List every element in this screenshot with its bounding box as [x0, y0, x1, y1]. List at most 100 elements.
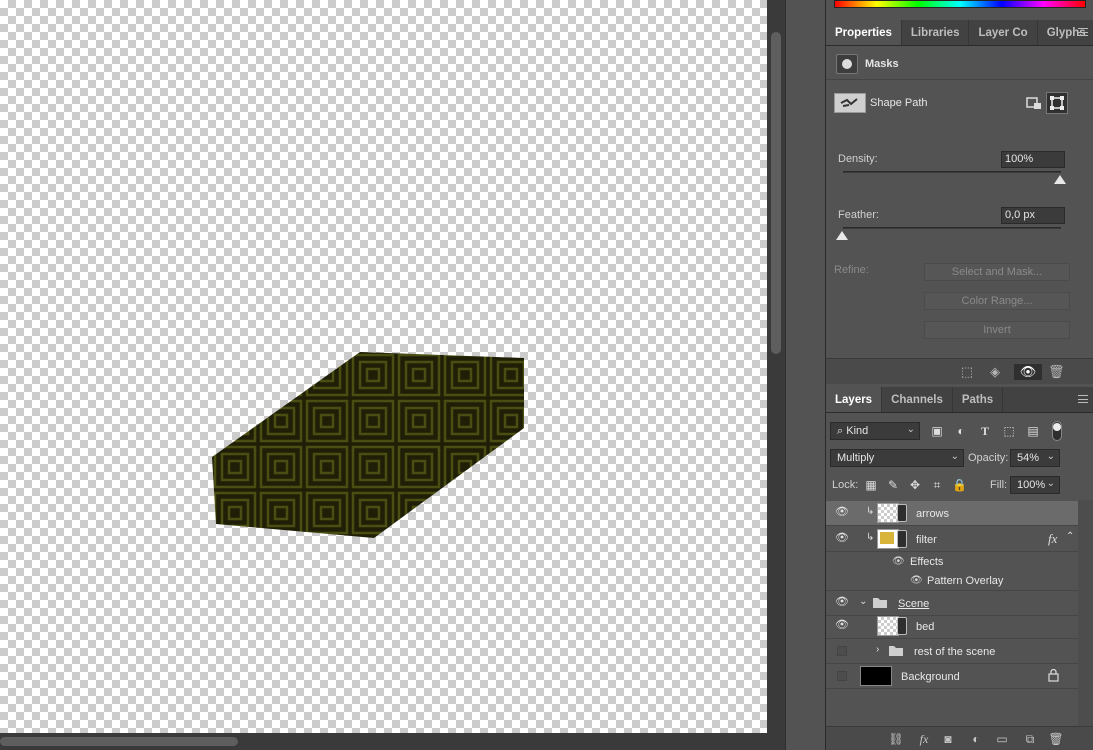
layer-row-arrows[interactable]: 👁 ↳ arrows — [826, 501, 1078, 526]
select-pixel-mask-icon[interactable] — [1026, 96, 1042, 110]
lock-label: Lock: — [832, 479, 859, 491]
chevron-right-icon[interactable]: › — [876, 644, 879, 655]
delete-layer-trash-icon[interactable]: 🗑 — [1048, 731, 1064, 747]
lock-all-icon[interactable]: 🔒 — [952, 478, 967, 492]
select-vector-mask-icon[interactable] — [1046, 92, 1068, 114]
effects-row[interactable]: 👁 Effects — [826, 553, 1078, 572]
link-layers-icon[interactable]: ⛓ — [888, 731, 904, 747]
layer-row-background[interactable]: Background — [826, 664, 1078, 689]
layers-tab-bar: Layers Channels Paths — [826, 387, 1093, 413]
layer-thumbnail — [860, 666, 892, 686]
feather-slider[interactable] — [843, 227, 1061, 229]
tab-paths[interactable]: Paths — [953, 387, 1004, 412]
layer-row-bed[interactable]: 👁 bed — [826, 614, 1078, 639]
layer-name[interactable]: Background — [901, 671, 960, 683]
apply-mask-icon[interactable]: ◈ — [987, 364, 1003, 380]
add-style-fx-icon[interactable]: fx — [916, 731, 932, 747]
eye-icon[interactable]: 👁 — [892, 556, 905, 567]
document-canvas[interactable] — [0, 0, 767, 733]
visibility-off-box[interactable] — [837, 646, 847, 656]
opacity-field[interactable]: 54% ⌄ — [1010, 449, 1060, 467]
blend-mode-value: Multiply — [837, 452, 875, 464]
new-layer-icon[interactable]: ⧉ — [1022, 731, 1038, 747]
shape-path-icon — [840, 98, 858, 107]
chevron-down-icon: ⌄ — [950, 451, 959, 462]
eye-icon[interactable]: 👁 — [910, 575, 923, 586]
density-slider[interactable] — [843, 171, 1061, 173]
fill-value: 100% — [1017, 479, 1046, 491]
load-selection-icon[interactable]: ⬚ — [959, 364, 975, 380]
layer-name[interactable]: filter — [916, 534, 937, 546]
density-slider-knob[interactable] — [1054, 175, 1066, 184]
filter-toggle-switch[interactable] — [1052, 421, 1062, 441]
delete-mask-icon[interactable]: 🗑 — [1048, 364, 1065, 380]
layer-row-filter[interactable]: 👁 ↳ filter fx ⌃ — [826, 527, 1078, 552]
group-name[interactable]: rest of the scene — [914, 646, 995, 658]
chevron-down-icon[interactable]: ⌄ — [859, 596, 867, 607]
tab-properties[interactable]: Properties — [826, 20, 902, 45]
filter-kind-select[interactable]: ⌕ Kind ⌄ — [830, 422, 920, 440]
vertical-scroll-thumb[interactable] — [771, 32, 781, 354]
filter-type-icon[interactable]: T — [978, 424, 992, 438]
clipping-arrow-icon: ↳ — [866, 506, 875, 517]
visibility-off-box[interactable] — [837, 671, 847, 681]
mask-visibility-eye-icon[interactable]: 👁 — [1014, 364, 1042, 380]
blend-mode-select[interactable]: Multiply ⌄ — [830, 449, 964, 467]
fx-icon[interactable]: fx — [1048, 531, 1057, 547]
feather-field[interactable]: 0,0 px — [1001, 207, 1065, 224]
layer-name[interactable]: arrows — [916, 508, 949, 520]
eye-icon[interactable]: 👁 — [835, 533, 849, 544]
patterned-shape — [212, 352, 524, 538]
layers-scrollbar[interactable] — [1078, 500, 1093, 726]
refine-label: Refine: — [834, 264, 869, 276]
masks-header: Masks — [826, 48, 1093, 80]
eye-icon[interactable]: 👁 — [835, 620, 849, 631]
filter-pixel-icon[interactable]: ▣ — [930, 424, 944, 438]
chevron-down-icon: ⌄ — [1046, 451, 1055, 462]
panel-menu-icon[interactable] — [1078, 28, 1088, 36]
horizontal-scroll-thumb[interactable] — [0, 737, 238, 746]
invert-button[interactable]: Invert — [924, 321, 1070, 339]
color-range-button[interactable]: Color Range... — [924, 292, 1070, 310]
layer-thumbnail — [877, 529, 899, 549]
new-adjustment-layer-icon[interactable]: ◐ — [968, 731, 984, 747]
filter-smart-object-icon[interactable]: ▤ — [1026, 424, 1040, 438]
feather-slider-knob[interactable] — [836, 231, 848, 240]
layer-name[interactable]: bed — [916, 621, 934, 633]
properties-footer: ⬚ ◈ 👁 🗑 — [826, 358, 1093, 384]
filter-adjustment-icon[interactable]: ◐ — [954, 424, 968, 438]
density-field[interactable]: 100% — [1001, 151, 1065, 168]
tab-layers[interactable]: Layers — [826, 387, 883, 412]
fill-field[interactable]: 100% ⌄ — [1010, 476, 1060, 494]
lock-transparent-pixels-icon[interactable]: ▦ — [864, 478, 878, 492]
layer-group-scene[interactable]: 👁 ⌄ Scene — [826, 591, 1078, 616]
canvas-vertical-scrollbar[interactable] — [767, 0, 785, 733]
layer-group-rest-of-the-scene[interactable]: › rest of the scene — [826, 639, 1078, 664]
add-mask-icon[interactable]: ◙ — [940, 731, 956, 747]
pattern-overlay-row[interactable]: 👁 Pattern Overlay — [826, 572, 1078, 591]
tab-layer-comps[interactable]: Layer Co — [969, 20, 1038, 45]
right-panel-dock: Properties Libraries Layer Co Glyphs Mas… — [825, 0, 1093, 750]
eye-icon[interactable]: 👁 — [835, 597, 849, 608]
chevron-up-icon[interactable]: ⌃ — [1066, 531, 1074, 542]
shape-path-thumbnail — [834, 93, 866, 113]
vector-mask-thumbnail — [897, 530, 907, 548]
tab-libraries[interactable]: Libraries — [902, 20, 970, 45]
lock-position-icon[interactable]: ✥ — [908, 478, 922, 492]
density-label: Density: — [838, 153, 878, 165]
layers-panel-menu-icon[interactable] — [1078, 395, 1088, 403]
lock-image-pixels-icon[interactable]: ✎ — [886, 478, 900, 492]
feather-label: Feather: — [838, 209, 879, 221]
opacity-label: Opacity: — [968, 452, 1009, 464]
eye-icon[interactable]: 👁 — [835, 507, 849, 518]
canvas-horizontal-scrollbar[interactable] — [0, 733, 785, 750]
lock-artboard-icon[interactable]: ⌗ — [930, 478, 944, 492]
masks-title: Masks — [865, 58, 899, 70]
select-and-mask-button[interactable]: Select and Mask... — [924, 263, 1070, 281]
layer-thumbnail — [877, 503, 899, 523]
group-name[interactable]: Scene — [898, 598, 929, 610]
tab-channels[interactable]: Channels — [882, 387, 953, 412]
new-group-folder-icon[interactable]: ▭ — [994, 731, 1010, 747]
color-spectrum[interactable] — [834, 0, 1086, 8]
filter-shape-icon[interactable]: ⬚ — [1002, 424, 1016, 438]
